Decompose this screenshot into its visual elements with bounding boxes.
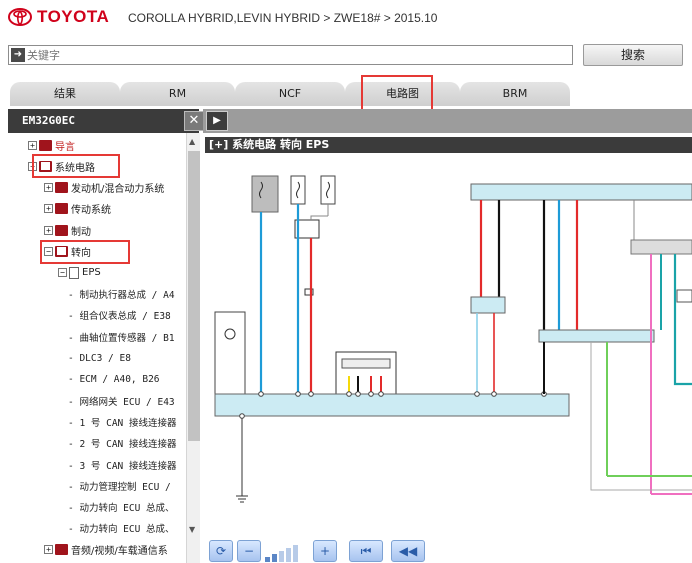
tree-highlight-box [32,154,120,179]
ecu-small [335,351,397,395]
tab-brm[interactable]: BRM [460,82,570,106]
tree-item[interactable]: - 3 号 CAN 接线连接器 [68,456,176,474]
tree-item-label: - 动力转向 ECU 总成、 [68,524,175,536]
tree-item[interactable]: − EPS [58,264,101,282]
tree-item-label: - ECM / A40, B26 [68,373,160,385]
tree-item-label: - 组合仪表总成 / E38 [68,311,171,323]
left-panel-header: EM32G0EC ✕ [8,109,204,133]
app-header: TOYOTA COROLLA HYBRID,LEVIN HYBRID > ZWE… [0,0,692,36]
main-ecu-box [214,393,570,417]
diagram-toolbar: ▶ [203,109,692,133]
tree-item[interactable]: + 音频/视频/车载通信系 [44,541,168,559]
tree-item[interactable]: - ECM / A40, B26 [68,370,160,388]
tree-item-label: - 曲轴位置传感器 / B1 [68,332,175,344]
toyota-logo: TOYOTA [8,7,109,27]
tree-item[interactable]: - 制动执行器总成 / A4 [68,285,175,303]
tree-item[interactable]: + 制动 [44,221,91,239]
right-edge-component [676,289,692,303]
diagram-title-text: 系统电路 转向 EPS [232,138,330,151]
tree-item-label: - 2 号 CAN 接线连接器 [68,439,177,451]
search-arrow-icon: ➜ [11,48,25,62]
wiring-diagram-canvas [214,175,692,503]
tree-item[interactable]: + 发动机/混合动力系统 [44,179,164,197]
ground-symbol [236,495,248,503]
top-right-connector [470,183,692,201]
book-icon [39,139,52,151]
search-input[interactable] [27,47,567,63]
collapse-icon[interactable]: − [58,268,67,278]
tab-bar: 结果 RM NCF 电路图 BRM [0,80,692,106]
tree-item[interactable]: - 组合仪表总成 / E38 [68,306,171,324]
expand-icon[interactable]: + [28,140,37,150]
expand-icon[interactable]: + [44,545,53,555]
page-icon [69,266,79,279]
tree-item[interactable]: - 动力转向 ECU 总成、 [68,498,175,516]
zoom-in-icon[interactable]: + [313,540,337,562]
tree-item[interactable]: + 导言 [28,136,75,154]
refresh-icon[interactable]: ⟳ [209,540,233,562]
tree-item-label: - DLC3 / E8 [68,352,131,364]
wire-gray-2 [310,215,328,220]
scroll-down-icon[interactable]: ▼ [189,525,195,534]
tree-item-label: 导言 [55,141,75,153]
expand-icon[interactable]: + [44,183,53,193]
mid-connector-left [470,296,506,314]
fuse-box-1 [251,175,279,213]
tree-item[interactable]: - 动力转向 ECU 总成、 [68,519,175,537]
tab-rm[interactable]: RM [120,82,235,106]
play-icon[interactable]: ▶ [206,111,228,131]
ecu-small-label [341,358,391,369]
toyota-emblem-icon [8,8,32,26]
tree-item-label: 发动机/混合动力系统 [71,184,165,196]
wire-teal-2 [673,254,692,386]
tree-item-label: - 制动执行器总成 / A4 [68,290,175,302]
tree-highlight-box [40,239,130,264]
tree-item[interactable]: + 传动系统 [44,200,111,218]
tree-item-label: - 网络网关 ECU / E43 [68,396,175,408]
book-icon [55,224,68,236]
expand-icon[interactable]: + [44,225,53,235]
previous-page-icon[interactable]: ◀◀ [391,540,425,562]
diagram-controls: ⟳ − + ⏮ ◀◀ [203,538,692,563]
breadcrumb: COROLLA HYBRID,LEVIN HYBRID > ZWE18# > 2… [128,11,438,25]
tree-item-label: EPS [82,267,101,279]
search-box: ➜ [8,45,573,65]
diagram-title: [+] 系统电路 转向 EPS [205,137,692,153]
tab-results[interactable]: 结果 [10,82,120,106]
tree-item-label: 制动 [71,226,91,238]
tree-item-label: 音频/视频/车载通信系 [71,546,168,558]
tree-item[interactable]: - DLC3 / E8 [68,349,131,367]
book-icon [55,203,68,215]
tree-item-label: - 1 号 CAN 接线连接器 [68,417,177,429]
navigation-tree: + 导言 − 系统电路 + 发动机/混合动力系统 + 传动系统 + 制动 − 转向 − EPS - 制动执行… [8,133,186,563]
close-panel-button[interactable]: ✕ [184,111,204,131]
tree-item[interactable]: - 2 号 CAN 接线连接器 [68,434,176,452]
tree-scrollbar[interactable]: ▲ ▼ [186,133,200,563]
book-icon [55,544,68,556]
book-icon [55,182,68,194]
mid-connector-bar [538,329,655,343]
left-panel-title: EM32G0EC [22,114,75,127]
diagram-title-prefix: [+] [209,138,229,151]
tree-item[interactable]: - 曲轴位置传感器 / B1 [68,328,175,346]
brand-name: TOYOTA [37,7,110,26]
scroll-up-icon[interactable]: ▲ [189,137,195,146]
tree-item[interactable]: - 1 号 CAN 接线连接器 [68,413,176,431]
tree-item[interactable]: - 网络网关 ECU / E43 [68,392,175,410]
scroll-thumb[interactable] [188,151,200,441]
tree-item-label: - 动力管理控制 ECU / [68,481,171,493]
search-button[interactable]: 搜索 [583,44,683,66]
wiring-diagram[interactable] [205,154,692,534]
zoom-out-icon[interactable]: − [237,540,261,562]
tree-item-label: - 3 号 CAN 接线连接器 [68,460,177,472]
tree-item-label: 传动系统 [71,205,111,217]
expand-icon[interactable]: + [44,204,53,214]
left-device-box [214,311,246,397]
tab-ncf[interactable]: NCF [235,82,345,106]
right-connector-upper [630,239,692,255]
tree-item-label: - 动力转向 ECU 总成、 [68,503,175,515]
zoom-level-indicator [265,544,309,562]
first-page-icon[interactable]: ⏮ [349,540,383,562]
tree-item[interactable]: - 动力管理控制 ECU / [68,477,171,495]
